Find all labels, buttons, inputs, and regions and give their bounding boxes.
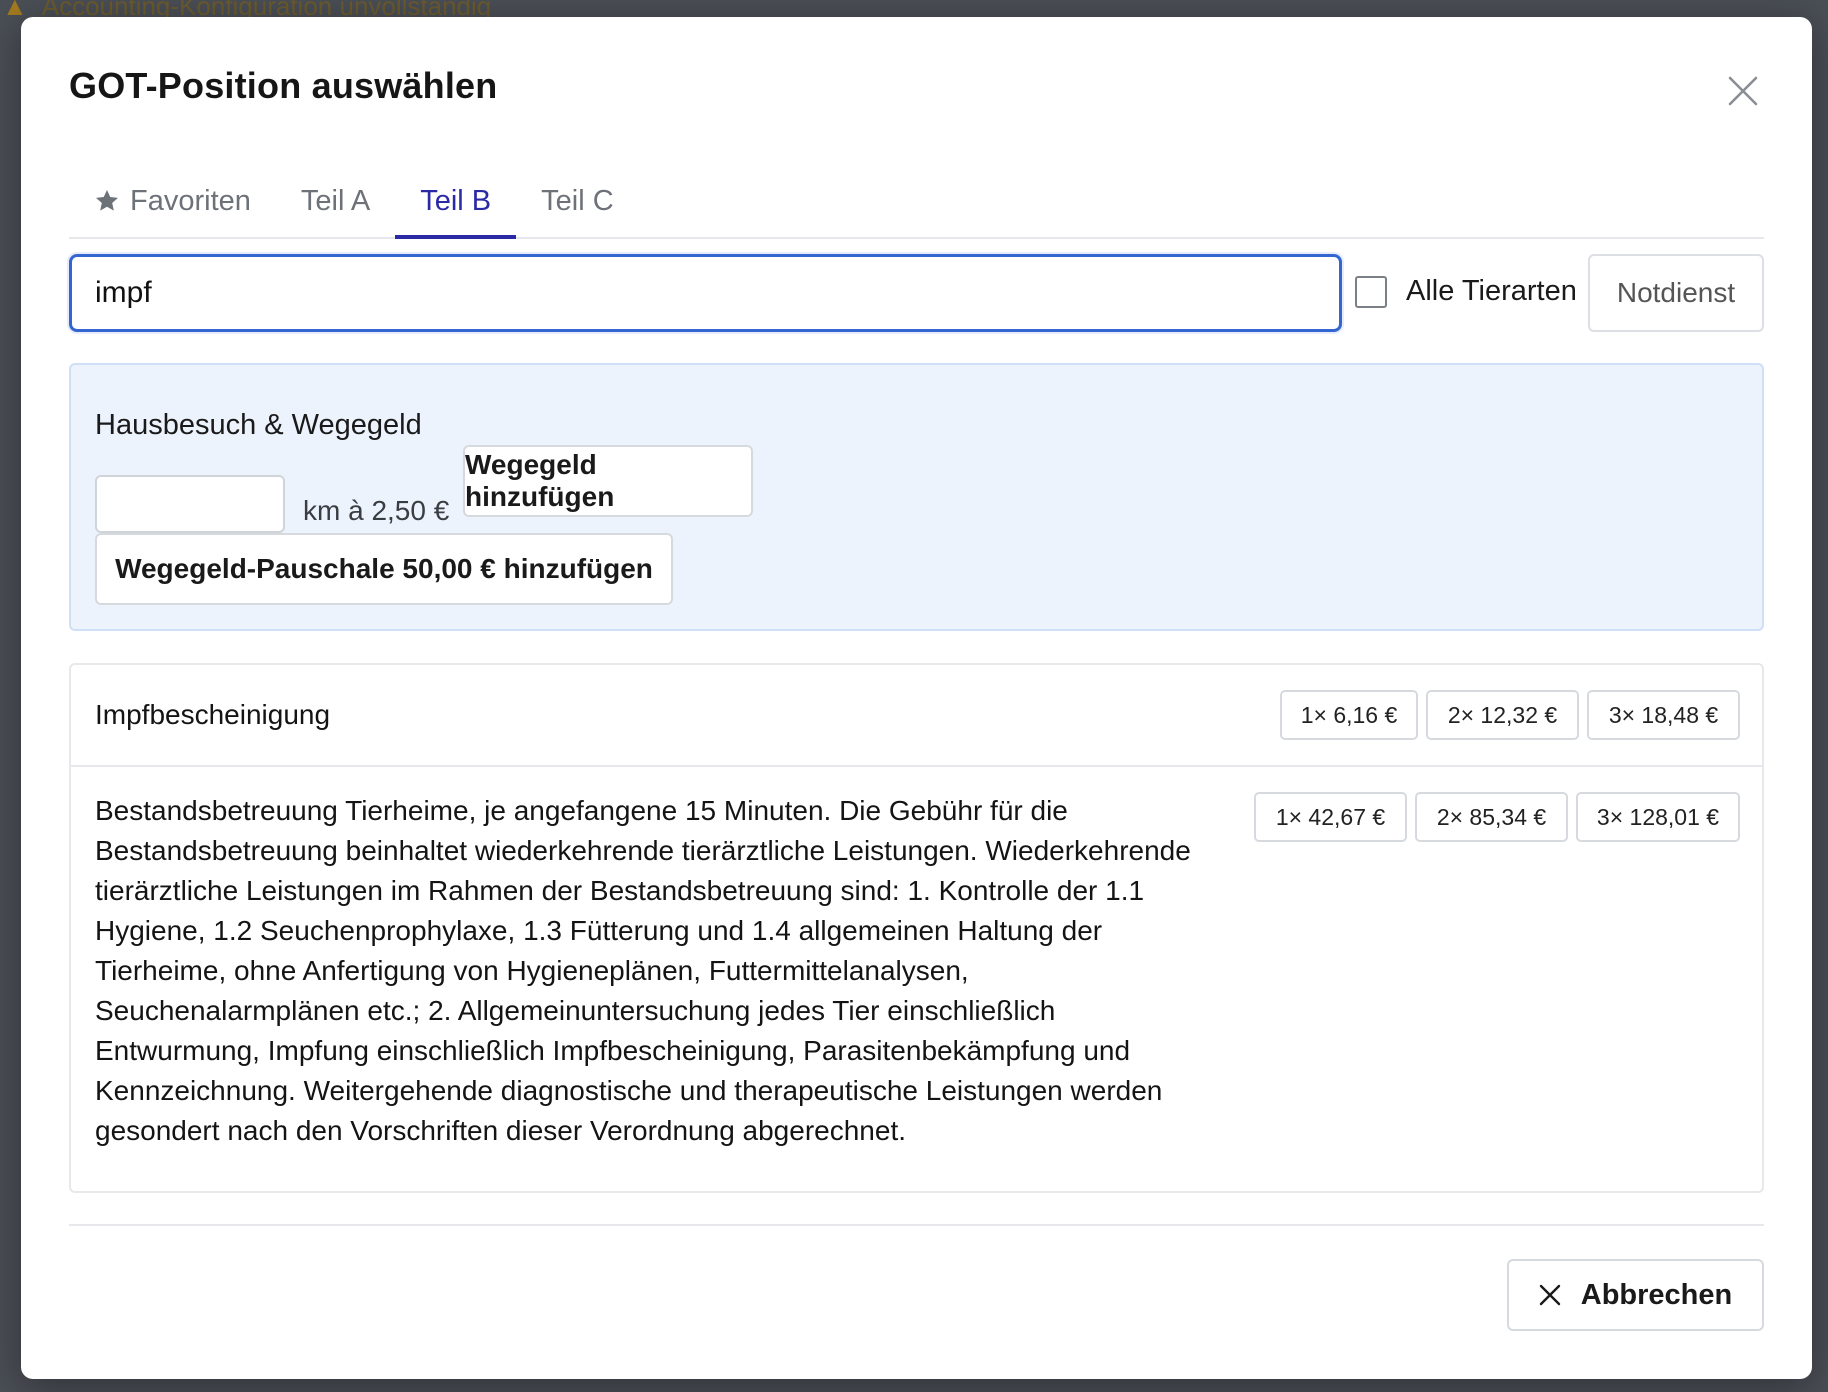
price-2x-button[interactable]: 2× 12,32 €	[1426, 690, 1579, 740]
checkbox-box[interactable]	[1355, 275, 1387, 308]
footer-divider	[69, 1224, 1764, 1226]
price-3x-button[interactable]: 3× 18,48 €	[1587, 690, 1740, 740]
modal-title: GOT-Position auswählen	[69, 65, 498, 106]
price-2x-button[interactable]: 2× 85,34 €	[1415, 792, 1568, 842]
wegegeld-hinzufuegen-button[interactable]: Wegegeld hinzufügen	[463, 445, 753, 517]
alle-tierarten-checkbox[interactable]: Alle Tierarten	[1355, 275, 1577, 308]
tab-label: Teil B	[420, 184, 492, 217]
star-icon	[94, 188, 120, 214]
warning-icon: ▲	[2, 0, 28, 21]
close-icon	[1539, 1284, 1560, 1306]
tab-label: Favoriten	[130, 184, 251, 217]
close-icon	[1728, 76, 1758, 106]
search-input[interactable]	[69, 254, 1342, 332]
price-3x-button[interactable]: 3× 128,01 €	[1576, 792, 1740, 842]
checkbox-label: Alle Tierarten	[1406, 275, 1577, 307]
wegegeld-pauschale-button[interactable]: Wegegeld-Pauschale 50,00 € hinzufügen	[95, 533, 673, 605]
price-1x-button[interactable]: 1× 6,16 €	[1280, 690, 1418, 740]
tab-teil-c[interactable]: Teil C	[516, 160, 639, 242]
cancel-label: Abbrechen	[1580, 1278, 1733, 1311]
tab-bar: Favoriten Teil A Teil B Teil C	[69, 157, 1764, 239]
result-title: Bestandsbetreuung Tierheime, je angefang…	[95, 795, 1191, 1146]
km-rate-label: km à 2,50 €	[303, 495, 450, 526]
result-title: Impfbescheinigung	[95, 699, 331, 730]
results-list: Impfbescheinigung 1× 6,16 € 2× 12,32 € 3…	[69, 663, 1764, 1193]
tab-favoriten[interactable]: Favoriten	[69, 160, 276, 242]
cancel-button[interactable]: Abbrechen	[1507, 1259, 1764, 1331]
hausbesuch-title: Hausbesuch & Wegegeld	[95, 409, 422, 441]
tab-label: Teil C	[541, 184, 614, 217]
notdienst-button[interactable]: Notdienst	[1588, 254, 1764, 332]
hausbesuch-panel: Hausbesuch & Wegegeld km à 2,50 € Wegege…	[69, 363, 1764, 631]
list-item: Impfbescheinigung 1× 6,16 € 2× 12,32 € 3…	[71, 665, 1762, 767]
price-1x-button[interactable]: 1× 42,67 €	[1254, 792, 1407, 842]
tab-teil-b[interactable]: Teil B	[395, 160, 517, 242]
tab-teil-a[interactable]: Teil A	[276, 160, 395, 242]
km-input[interactable]	[95, 475, 285, 533]
tab-label: Teil A	[300, 184, 371, 217]
got-position-dialog: GOT-Position auswählen Favoriten Teil A …	[21, 17, 1812, 1379]
close-button[interactable]	[1721, 69, 1765, 113]
list-item: Bestandsbetreuung Tierheime, je angefang…	[71, 765, 1762, 1193]
